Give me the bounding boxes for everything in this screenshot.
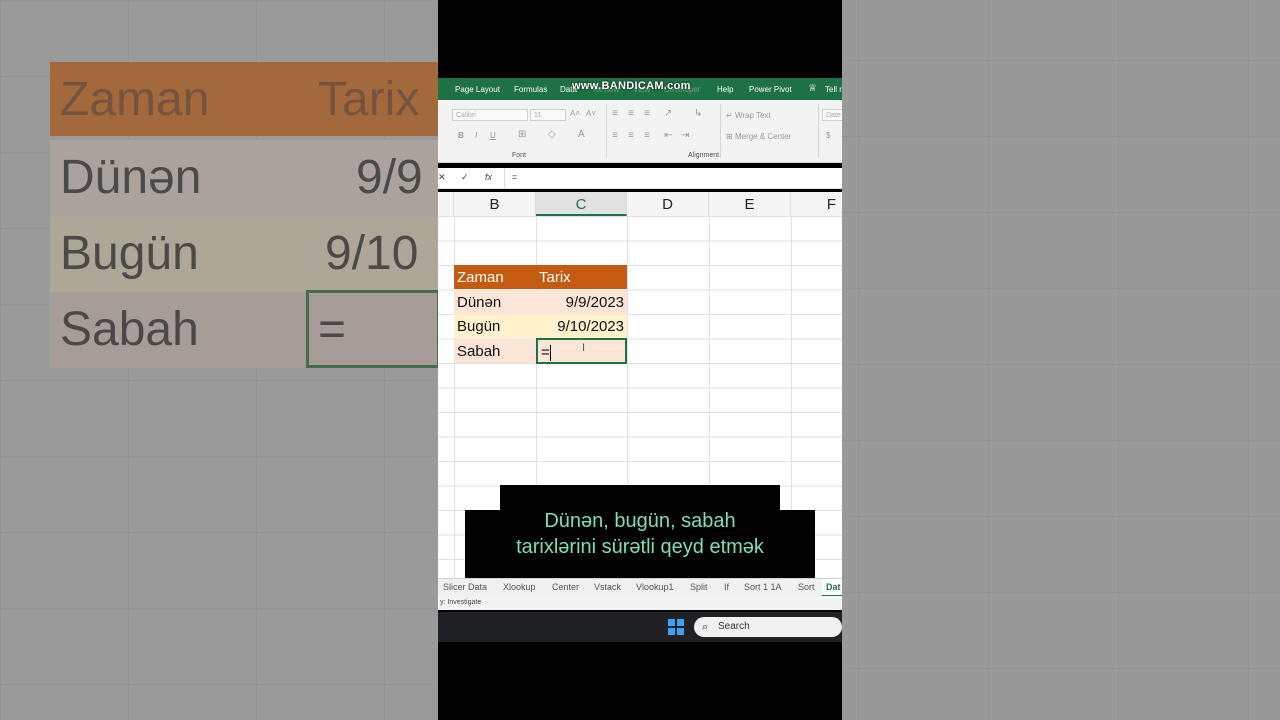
bold-button[interactable]: B: [458, 131, 464, 140]
sheet-tab[interactable]: Split: [690, 582, 708, 592]
mouse-ibeam-icon: I: [582, 342, 586, 354]
column-header-b[interactable]: B: [454, 192, 536, 216]
decrease-font-icon[interactable]: A˅: [586, 109, 596, 118]
orientation-icon[interactable]: ↗: [664, 108, 672, 119]
merge-center-label: Merge & Center: [734, 132, 792, 141]
sheet-tab[interactable]: Sort: [798, 582, 815, 592]
ribbon-separator: [606, 104, 607, 158]
group-label-font: Font: [512, 152, 527, 159]
bandicam-watermark: www.BANDICAM.com: [572, 80, 691, 92]
merge-center-button[interactable]: ⊞ Merge & Center: [726, 132, 791, 141]
column-header-d[interactable]: D: [627, 192, 709, 216]
row-value-sabah-active-cell[interactable]: = I: [536, 338, 627, 364]
tab-help[interactable]: Help: [717, 85, 733, 94]
ribbon-separator: [720, 104, 721, 158]
sheet-tab-bar: Slicer Data Xlookup Center Vstack Vlooku…: [438, 578, 842, 597]
italic-button[interactable]: I: [475, 131, 477, 140]
taskbar-search-box[interactable]: ⌕ Search: [694, 617, 842, 637]
enter-icon[interactable]: ✓: [461, 172, 469, 183]
tab-tell-me[interactable]: Tell me: [825, 85, 842, 94]
row-value-dunen[interactable]: 9/9/2023: [536, 290, 627, 314]
windows-logo-pane: [677, 628, 684, 635]
windows-logo-pane: [668, 619, 675, 626]
formula-input[interactable]: =: [512, 172, 517, 182]
align-center-icon[interactable]: ≡: [628, 130, 634, 141]
lightbulb-icon[interactable]: ♕: [808, 83, 817, 94]
sheet-tab[interactable]: If: [724, 582, 729, 592]
windows-logo-pane: [677, 619, 684, 626]
sheet-tab[interactable]: Sort 1 1A: [744, 582, 782, 592]
column-header-f[interactable]: F: [791, 192, 842, 216]
decrease-indent-icon[interactable]: ⇤: [664, 130, 672, 141]
sheet-tab[interactable]: Slicer Data: [443, 582, 487, 592]
cancel-icon[interactable]: ✕: [438, 172, 446, 183]
wrap-text-label: Wrap Text: [734, 111, 771, 120]
align-middle-icon[interactable]: ≡: [628, 108, 634, 119]
caption-line-2: tarixlərini sürətli qeyd etmək: [516, 536, 764, 558]
search-icon: ⌕: [702, 621, 709, 633]
fill-color-icon[interactable]: ◇: [548, 129, 556, 140]
table-header-tarix[interactable]: Tarix: [536, 265, 627, 289]
wrap-text-button[interactable]: ↵ Wrap Text: [726, 111, 771, 120]
increase-font-icon[interactable]: A˄: [570, 109, 580, 118]
search-label: Search: [718, 621, 750, 632]
windows-start-icon[interactable]: [668, 619, 684, 635]
align-bottom-icon[interactable]: ≡: [644, 108, 650, 119]
status-bar: y: Investigate: [438, 596, 842, 610]
column-header-bar: B C D E F: [438, 192, 842, 217]
row-label-sabah[interactable]: Sabah: [454, 339, 536, 363]
increase-indent-icon[interactable]: ⇥: [681, 130, 689, 141]
underline-button[interactable]: U: [490, 131, 496, 140]
align-left-icon[interactable]: ≡: [612, 130, 618, 141]
sheet-tab-active[interactable]: Dat: [822, 579, 842, 597]
active-cell-content: =: [541, 344, 550, 361]
font-color-icon[interactable]: A: [578, 129, 585, 140]
text-cursor: [549, 345, 551, 362]
font-size-select[interactable]: 11: [530, 109, 566, 121]
sheet-tab[interactable]: Xlookup: [503, 582, 536, 592]
video-frame: t Page Layout Formulas Data Review View …: [438, 0, 842, 720]
tab-page-layout[interactable]: Page Layout: [455, 85, 500, 94]
function-icon[interactable]: fx: [485, 172, 492, 182]
number-format-select[interactable]: Date: [822, 109, 842, 121]
caption-text: Dünən, bugün, sabah tarixlərini sürətli …: [465, 508, 815, 560]
formula-bar: ✕ ✓ fx =: [438, 168, 842, 189]
windows-logo-pane: [668, 628, 675, 635]
align-right-icon[interactable]: ≡: [644, 130, 650, 141]
align-top-icon[interactable]: ≡: [612, 108, 618, 119]
sheet-tab[interactable]: Vlookup1: [636, 582, 674, 592]
tab-power-pivot[interactable]: Power Pivot: [749, 85, 792, 94]
indent-icon[interactable]: ↳: [694, 108, 702, 119]
merge-center-icon: ⊞: [726, 132, 735, 141]
currency-button[interactable]: $: [826, 131, 830, 140]
sheet-tab[interactable]: Vstack: [594, 582, 621, 592]
sheet-tab[interactable]: Center: [552, 582, 579, 592]
row-value-bugun[interactable]: 9/10/2023: [536, 314, 627, 338]
row-label-bugun[interactable]: Bugün: [454, 314, 536, 338]
status-text: y: Investigate: [440, 599, 482, 606]
column-header-c[interactable]: C: [536, 192, 627, 216]
wrap-text-icon: ↵: [726, 111, 735, 120]
borders-icon[interactable]: ⊞: [518, 129, 526, 140]
tab-formulas[interactable]: Formulas: [514, 85, 547, 94]
group-label-alignment: Alignment: [688, 152, 720, 159]
font-name-select[interactable]: Calibri: [452, 109, 528, 121]
column-header-edge: [438, 192, 454, 216]
column-header-e[interactable]: E: [709, 192, 791, 216]
caption-line-1: Dünən, bugün, sabah: [544, 510, 736, 532]
formula-divider: [504, 168, 505, 188]
row-label-dunen[interactable]: Dünən: [454, 290, 536, 314]
ribbon-separator: [818, 104, 819, 158]
table-header-zaman[interactable]: Zaman: [454, 265, 536, 289]
